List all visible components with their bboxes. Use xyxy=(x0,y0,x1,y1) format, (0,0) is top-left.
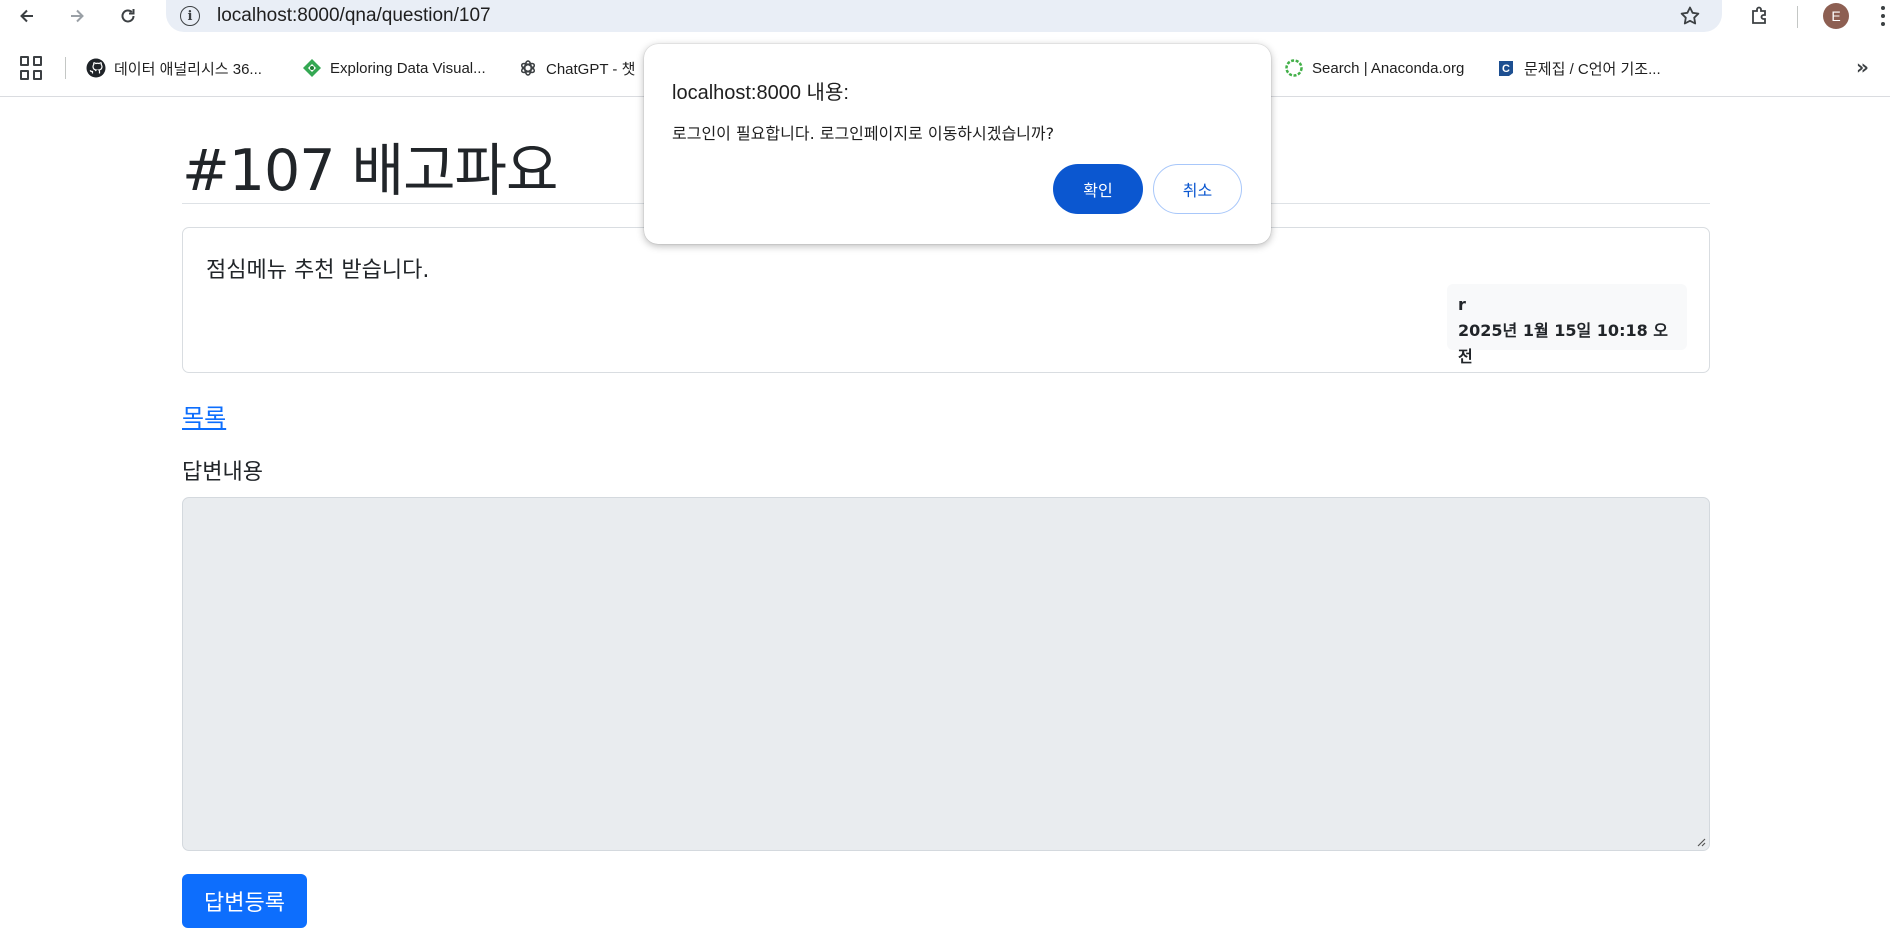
back-button[interactable] xyxy=(12,2,42,30)
openai-icon xyxy=(518,58,538,78)
apps-grid-icon[interactable] xyxy=(20,56,44,80)
dialog-cancel-button[interactable]: 취소 xyxy=(1153,164,1242,214)
site-info-icon[interactable]: i xyxy=(180,6,200,26)
anaconda-icon xyxy=(1284,58,1304,78)
bookmark-label: Exploring Data Visual... xyxy=(330,59,486,77)
dialog-message: 로그인이 필요합니다. 로그인페이지로 이동하시겠습니까? xyxy=(672,124,1055,143)
browser-toolbar: i localhost:8000/qna/question/107 E xyxy=(0,0,1890,32)
github-icon xyxy=(86,58,106,78)
forward-arrow-icon xyxy=(71,9,84,23)
puzzle-icon xyxy=(1752,6,1766,24)
bookmark-label: 데이터 애널리시스 36... xyxy=(114,60,262,78)
list-link[interactable]: 목록 xyxy=(182,398,226,433)
bookmark-label: 문제집 / C언어 기조... xyxy=(1524,60,1661,78)
c-logo-icon: C xyxy=(1496,58,1516,78)
profile-avatar[interactable]: E xyxy=(1823,3,1849,29)
browser-menu-icon[interactable] xyxy=(1876,4,1890,28)
forward-button[interactable] xyxy=(62,2,92,30)
created-date: 2025년 1월 15일 10:18 오전 xyxy=(1458,321,1669,366)
answer-label: 답변내용 xyxy=(182,460,263,485)
bookmark-item[interactable]: ChatGPT - 챗 xyxy=(518,56,635,80)
alert-dialog: localhost:8000 내용: 로그인이 필요합니다. 로그인페이지로 이… xyxy=(644,44,1271,244)
bookmark-label: ChatGPT - 챗 xyxy=(546,60,636,78)
diamond-logo-icon xyxy=(302,58,322,78)
resize-grip-icon[interactable] xyxy=(1696,837,1706,847)
dialog-title: localhost:8000 내용: xyxy=(672,82,849,104)
page-title: #107 배고파요 xyxy=(182,138,558,204)
bookmarks-divider xyxy=(65,57,66,79)
address-bar[interactable]: i localhost:8000/qna/question/107 xyxy=(166,0,1722,32)
bookmark-item[interactable]: C 문제집 / C언어 기조... xyxy=(1496,56,1661,80)
question-body: 점심메뉴 추천 받습니다. xyxy=(206,258,430,283)
author-name: r xyxy=(1458,295,1466,314)
question-card: 점심메뉴 추천 받습니다. r 2025년 1월 15일 10:18 오전 xyxy=(182,227,1710,373)
toolbar-divider xyxy=(1797,6,1798,28)
url-text: localhost:8000/qna/question/107 xyxy=(217,5,491,26)
question-meta-badge: r 2025년 1월 15일 10:18 오전 xyxy=(1447,284,1687,366)
svg-text:C: C xyxy=(1502,63,1510,75)
bookmark-item[interactable]: 데이터 애널리시스 36... xyxy=(86,56,262,80)
reload-button[interactable] xyxy=(113,2,143,30)
bookmark-item[interactable]: Search | Anaconda.org xyxy=(1284,56,1464,80)
bookmark-star-icon[interactable] xyxy=(1678,4,1702,28)
submit-answer-button[interactable]: 답변등록 xyxy=(182,874,307,928)
extensions-button[interactable] xyxy=(1745,2,1775,30)
dialog-ok-button[interactable]: 확인 xyxy=(1053,164,1143,214)
back-arrow-icon xyxy=(20,9,33,23)
more-bookmarks-icon[interactable]: » xyxy=(1856,57,1880,78)
reload-icon xyxy=(121,9,135,23)
bookmark-label: Search | Anaconda.org xyxy=(1312,59,1465,77)
bookmark-item[interactable]: Exploring Data Visual... xyxy=(302,56,486,80)
answer-textarea[interactable] xyxy=(182,497,1710,851)
